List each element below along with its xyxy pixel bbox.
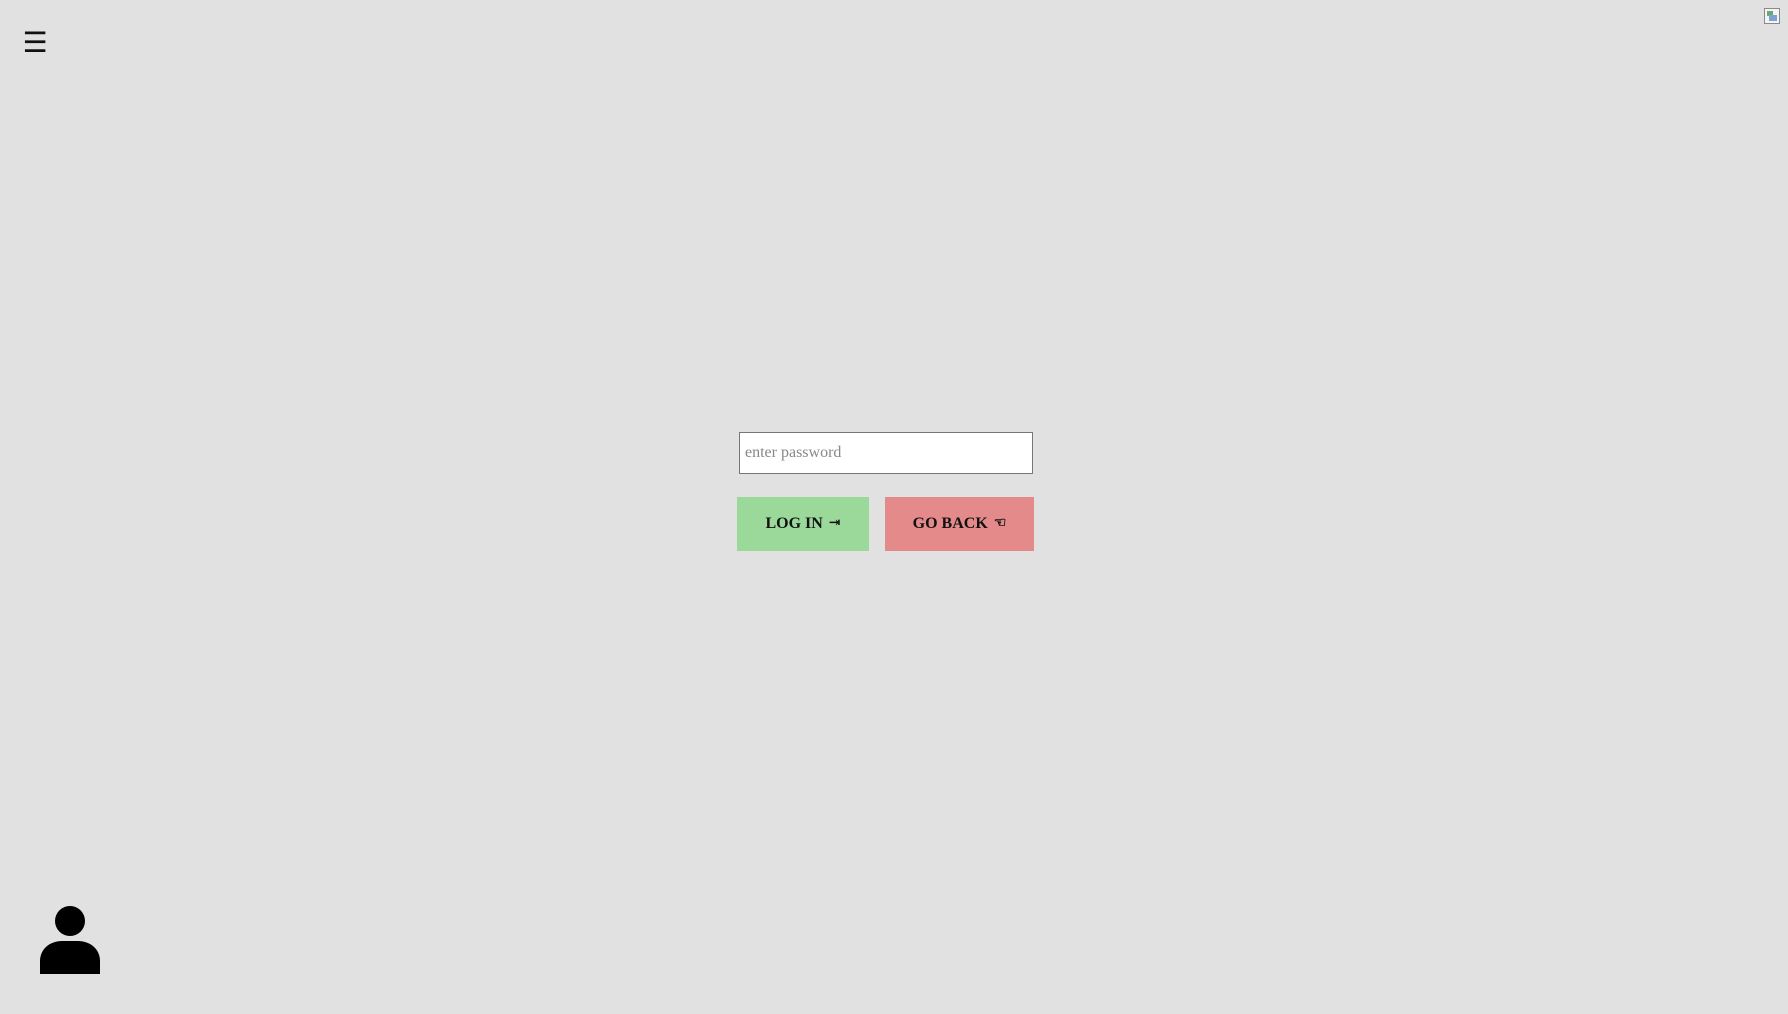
login-button-label: LOG IN xyxy=(765,515,823,532)
hand-point-left-icon: ☜ xyxy=(993,516,1007,531)
go-back-button-label: GO BACK xyxy=(912,515,988,532)
go-back-button[interactable]: GO BACK ☜ xyxy=(885,497,1034,551)
hamburger-menu-icon[interactable]: ☰ xyxy=(22,26,48,60)
login-page: ☰ LOG IN ⇥ GO BACK ☜ xyxy=(0,0,1788,1014)
login-button[interactable]: LOG IN ⇥ xyxy=(737,497,869,551)
sign-in-icon: ⇥ xyxy=(828,516,841,531)
user-icon[interactable] xyxy=(40,906,100,974)
broken-image-icon xyxy=(1764,8,1780,24)
password-input[interactable] xyxy=(739,432,1033,474)
